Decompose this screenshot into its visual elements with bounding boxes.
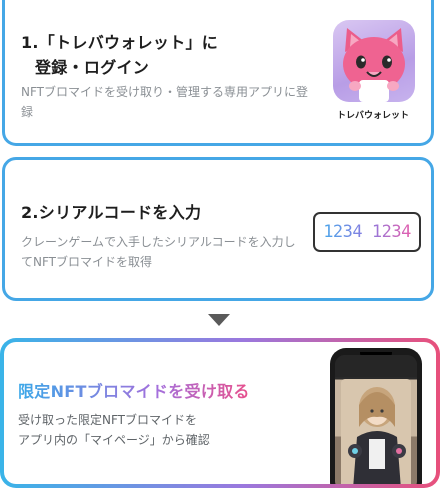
serial-code-example: 1234 1234 <box>313 212 421 252</box>
step1-card: 1.「トレバウォレット」に 登録・ログイン NFTブロマイドを受け取り・管理する… <box>2 0 434 146</box>
step3-card-inner: 限定NFTブロマイドを受け取る 受け取った限定NFTブロマイドを アプリ内の「マ… <box>4 342 436 484</box>
step3-description: 受け取った限定NFTブロマイドを アプリ内の「マイページ」から確認 <box>18 410 210 450</box>
step3-title: 限定NFTブロマイドを受け取る <box>18 380 250 404</box>
step2-card: 2.シリアルコードを入力 クレーンゲームで入手したシリアルコードを入力してNFT… <box>2 157 434 301</box>
step3-card: 限定NFTブロマイドを受け取る 受け取った限定NFTブロマイドを アプリ内の「マ… <box>0 338 440 488</box>
step1-title: 1.「トレバウォレット」に 登録・ログイン <box>21 30 251 80</box>
step1-description: NFTブロマイドを受け取り・管理する専用アプリに登録 <box>21 85 309 119</box>
phone-mockup <box>330 348 422 484</box>
serial-code-text: 1234 1234 <box>323 222 411 242</box>
down-arrow-icon <box>208 314 230 326</box>
step3-description-line2: アプリ内の「マイページ」から確認 <box>18 433 210 447</box>
step1-title-line2: 登録・ログイン <box>35 58 150 77</box>
cat-app-icon <box>333 20 415 102</box>
phone-screen <box>335 355 417 484</box>
step2-description: クレーンゲームで入手したシリアルコードを入力してNFTブロマイドを取得 <box>21 235 296 269</box>
step1-title-line1: 1.「トレバウォレット」に <box>21 33 219 52</box>
app-name-label: トレバウォレット <box>336 111 409 121</box>
step3-description-line1: 受け取った限定NFTブロマイドを <box>18 413 197 427</box>
step2-title: 2.シリアルコードを入力 <box>21 203 202 222</box>
